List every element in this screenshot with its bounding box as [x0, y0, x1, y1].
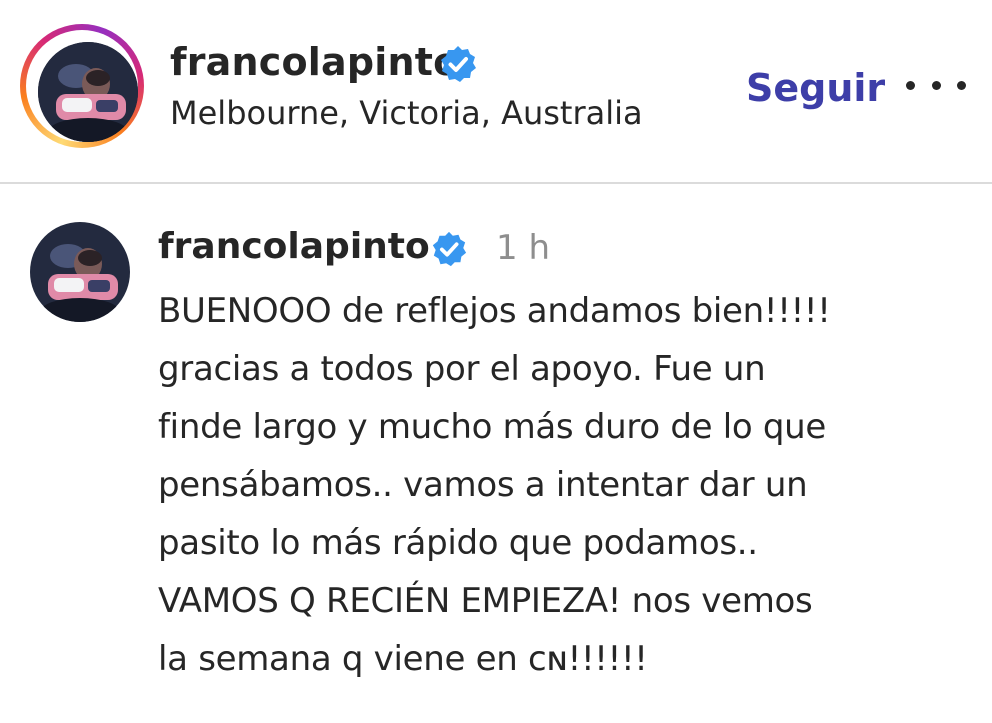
post-location[interactable]: Melbourne, Victoria, Australia [170, 94, 643, 132]
dot [957, 80, 966, 90]
dot [906, 80, 915, 90]
story-ring-gap [26, 30, 138, 142]
avatar[interactable] [38, 42, 138, 142]
caption-avatar[interactable] [30, 222, 130, 322]
instagram-post: francolapinto Melbourne, Victoria, Austr… [0, 0, 992, 723]
caption-username[interactable]: francolapinto [158, 226, 430, 267]
follow-button[interactable]: Seguir [746, 66, 885, 110]
caption-line: pasito lo más rápido que podamos.. [158, 523, 758, 563]
verified-badge-icon [438, 44, 478, 84]
post-username[interactable]: francolapinto [170, 40, 459, 84]
caption-line: BUENOOO de reflejos andamos bien!!!!! [158, 291, 831, 331]
caption-line: gracias a todos por el apoyo. Fue un [158, 349, 766, 389]
post-header: francolapinto Melbourne, Victoria, Austr… [0, 0, 992, 182]
divider [0, 182, 992, 184]
caption-line: VAMOS Q RECIÉN EMPIEZA! nos vemos [158, 581, 813, 621]
caption-line: la semana q viene en ᴄɴ!!!!!! [158, 639, 648, 679]
avatar-image [38, 42, 138, 142]
caption-line: finde largo y mucho más duro de lo que [158, 407, 827, 447]
caption-timestamp[interactable]: 1 h [496, 228, 550, 268]
caption-text: BUENOOO de reflejos andamos bien!!!!! gr… [158, 282, 958, 688]
dot [931, 80, 941, 90]
caption-line: pensábamos.. vamos a intentar dar un [158, 465, 808, 505]
more-options-icon[interactable] [906, 70, 966, 100]
verified-badge-icon [430, 230, 468, 268]
story-ring[interactable] [20, 24, 144, 148]
avatar-image [30, 222, 130, 322]
